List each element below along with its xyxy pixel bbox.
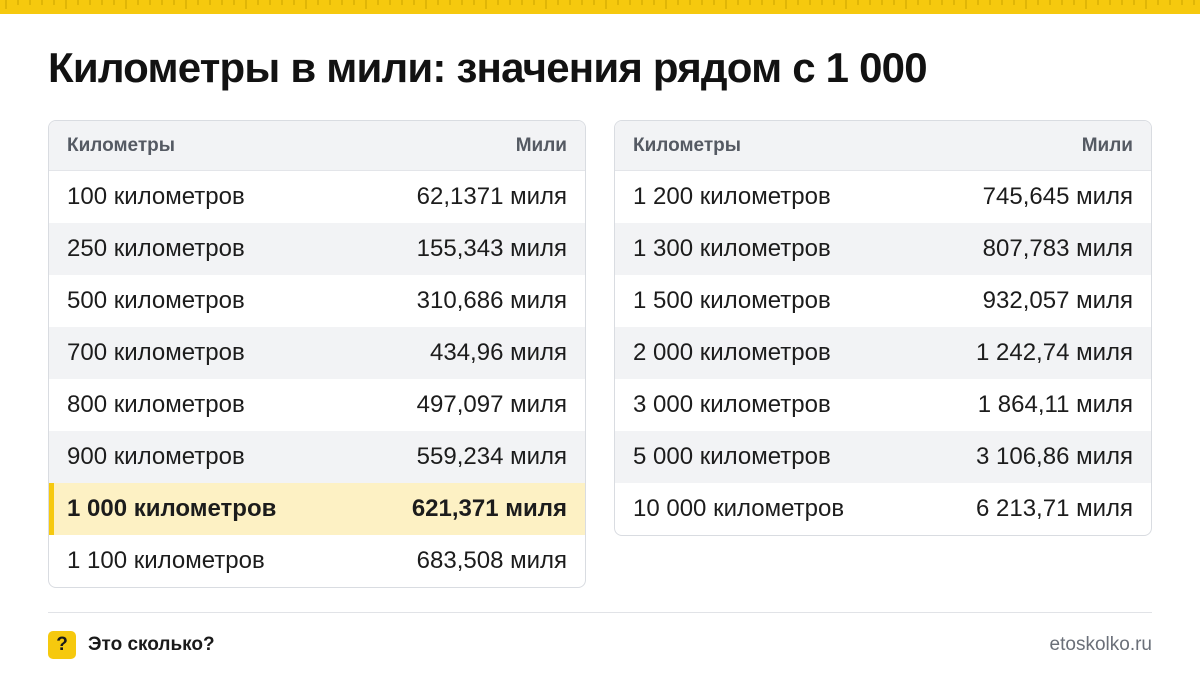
- cell-mi: 155,343 миля: [416, 235, 567, 262]
- cell-mi: 683,508 миля: [416, 547, 567, 574]
- table-row: 3 000 километров 1 864,11 миля: [615, 379, 1151, 431]
- question-icon: ?: [48, 631, 76, 659]
- conversion-table-right: Километры Мили 1 200 километров 745,645 …: [614, 120, 1152, 536]
- column-header-km: Километры: [633, 134, 741, 156]
- brand-name: Это сколько?: [88, 634, 215, 655]
- cell-km: 900 километров: [67, 443, 245, 470]
- ruler-strip: [0, 0, 1200, 14]
- table-row: 250 километров 155,343 миля: [49, 223, 585, 275]
- conversion-table-left: Километры Мили 100 километров 62,1371 ми…: [48, 120, 586, 588]
- table-row: 800 километров 497,097 миля: [49, 379, 585, 431]
- cell-km: 500 километров: [67, 287, 245, 314]
- cell-km: 5 000 километров: [633, 443, 831, 470]
- cell-km: 700 километров: [67, 339, 245, 366]
- site-link[interactable]: etoskolko.ru: [1050, 634, 1152, 656]
- page: Километры в мили: значения рядом с 1 000…: [0, 0, 1200, 677]
- cell-km: 3 000 километров: [633, 391, 831, 418]
- table-row: 1 200 километров 745,645 миля: [615, 171, 1151, 223]
- table-row: 900 километров 559,234 миля: [49, 431, 585, 483]
- brand[interactable]: ? Это сколько?: [48, 631, 215, 659]
- cell-mi: 310,686 миля: [416, 287, 567, 314]
- cell-mi: 62,1371 миля: [416, 183, 567, 210]
- table-header: Километры Мили: [615, 121, 1151, 171]
- table-row: 1 500 километров 932,057 миля: [615, 275, 1151, 327]
- column-header-mi: Мили: [515, 134, 567, 156]
- table-row: 500 километров 310,686 миля: [49, 275, 585, 327]
- table-header: Километры Мили: [49, 121, 585, 171]
- ruler-ticks: [5, 0, 1195, 9]
- table-row: 2 000 километров 1 242,74 миля: [615, 327, 1151, 379]
- cell-mi: 932,057 миля: [982, 287, 1133, 314]
- column-header-km: Километры: [67, 134, 175, 156]
- cell-km: 1 100 километров: [67, 547, 265, 574]
- cell-mi: 1 242,74 миля: [976, 339, 1133, 366]
- table-row: 5 000 километров 3 106,86 миля: [615, 431, 1151, 483]
- cell-km: 1 300 километров: [633, 235, 831, 262]
- cell-mi: 497,097 миля: [416, 391, 567, 418]
- page-title: Километры в мили: значения рядом с 1 000: [48, 44, 928, 91]
- table-row: 100 километров 62,1371 миля: [49, 171, 585, 223]
- table-row: 1 100 километров 683,508 миля: [49, 535, 585, 587]
- footer-divider: [48, 612, 1152, 613]
- cell-km: 1 000 километров: [67, 495, 277, 522]
- cell-mi: 807,783 миля: [982, 235, 1133, 262]
- cell-mi: 3 106,86 миля: [976, 443, 1133, 470]
- cell-mi: 6 213,71 миля: [976, 495, 1133, 522]
- cell-km: 1 500 километров: [633, 287, 831, 314]
- table-row: 700 километров 434,96 миля: [49, 327, 585, 379]
- cell-km: 2 000 километров: [633, 339, 831, 366]
- cell-mi: 434,96 миля: [430, 339, 567, 366]
- cell-km: 800 километров: [67, 391, 245, 418]
- table-row: 1 300 километров 807,783 миля: [615, 223, 1151, 275]
- cell-km: 100 километров: [67, 183, 245, 210]
- cell-mi: 621,371 миля: [411, 495, 567, 522]
- cell-km: 250 километров: [67, 235, 245, 262]
- cell-mi: 1 864,11 миля: [977, 391, 1133, 418]
- table-row: 10 000 километров 6 213,71 миля: [615, 483, 1151, 535]
- column-header-mi: Мили: [1081, 134, 1133, 156]
- table-row-highlighted: 1 000 километров 621,371 миля: [49, 483, 585, 535]
- cell-km: 10 000 километров: [633, 495, 845, 522]
- cell-mi: 745,645 миля: [982, 183, 1133, 210]
- cell-mi: 559,234 миля: [416, 443, 567, 470]
- cell-km: 1 200 километров: [633, 183, 831, 210]
